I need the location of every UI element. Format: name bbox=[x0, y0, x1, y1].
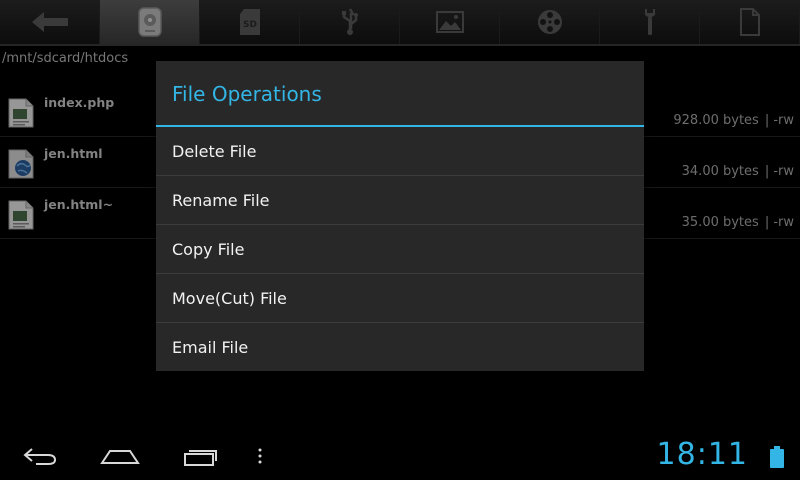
nav-recent-apps-button[interactable] bbox=[170, 432, 230, 480]
file-operations-dialog: File Operations Delete File Rename File … bbox=[156, 61, 644, 371]
overflow-menu-icon bbox=[258, 448, 262, 464]
nav-back-button[interactable] bbox=[10, 432, 70, 480]
delete-file-option[interactable]: Delete File bbox=[156, 127, 644, 176]
nav-home-button[interactable] bbox=[90, 432, 150, 480]
status-clock: 18:11 bbox=[656, 437, 748, 472]
home-icon bbox=[100, 450, 140, 464]
copy-file-option[interactable]: Copy File bbox=[156, 225, 644, 274]
back-icon bbox=[23, 448, 57, 465]
battery-icon bbox=[770, 446, 784, 468]
dialog-title: File Operations bbox=[156, 61, 644, 127]
move-file-option[interactable]: Move(Cut) File bbox=[156, 274, 644, 323]
recent-apps-icon bbox=[184, 450, 217, 466]
email-file-option[interactable]: Email File bbox=[156, 323, 644, 372]
rename-file-option[interactable]: Rename File bbox=[156, 176, 644, 225]
nav-menu-button[interactable] bbox=[248, 432, 272, 480]
